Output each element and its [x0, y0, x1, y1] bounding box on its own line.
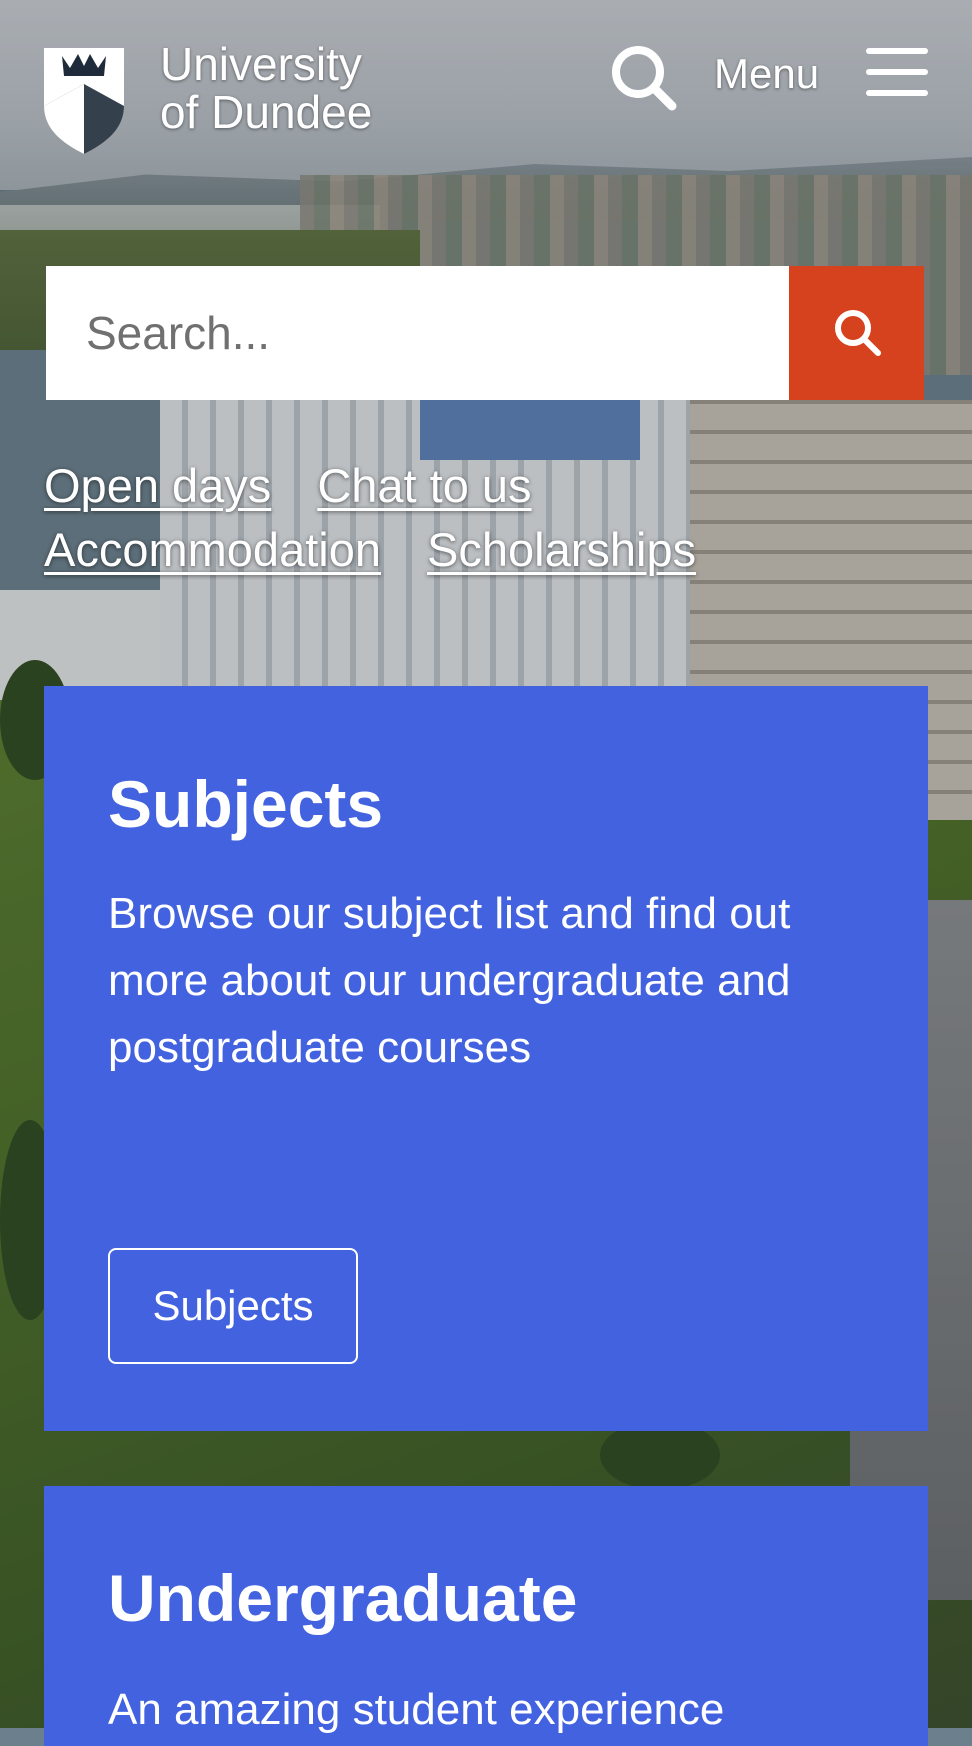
- link-open-days[interactable]: Open days: [44, 459, 271, 512]
- search-input[interactable]: [46, 266, 789, 400]
- search-icon[interactable]: [608, 42, 680, 114]
- university-name[interactable]: University of Dundee: [160, 40, 372, 136]
- card-title: Subjects: [108, 767, 384, 841]
- search-submit-button[interactable]: [789, 266, 924, 400]
- search-icon: [831, 306, 883, 361]
- card-description: An amazing student experience: [108, 1685, 725, 1734]
- university-logo-crest-icon[interactable]: [42, 44, 126, 156]
- card-title: Undergraduate: [108, 1561, 578, 1635]
- subjects-button[interactable]: Subjects: [108, 1248, 358, 1364]
- quick-links: Open days Chat to us Accommodation Scholar…: [44, 454, 944, 582]
- link-scholarships[interactable]: Scholarships: [427, 523, 696, 576]
- search-bar: [46, 266, 924, 400]
- link-chat-to-us[interactable]: Chat to us: [317, 459, 531, 512]
- card-description: Browse our subject list and find out mor…: [108, 889, 791, 1072]
- hamburger-icon[interactable]: [866, 48, 928, 96]
- site-header: University of Dundee Menu: [0, 0, 972, 170]
- undergraduate-card: Undergraduate An amazing student experie…: [44, 1486, 928, 1746]
- link-accommodation[interactable]: Accommodation: [44, 523, 381, 576]
- subjects-card: Subjects Browse our subject list and fin…: [44, 686, 928, 1431]
- menu-label[interactable]: Menu: [714, 50, 819, 98]
- logo-line-1: University: [160, 38, 362, 90]
- logo-line-2: of Dundee: [160, 86, 373, 138]
